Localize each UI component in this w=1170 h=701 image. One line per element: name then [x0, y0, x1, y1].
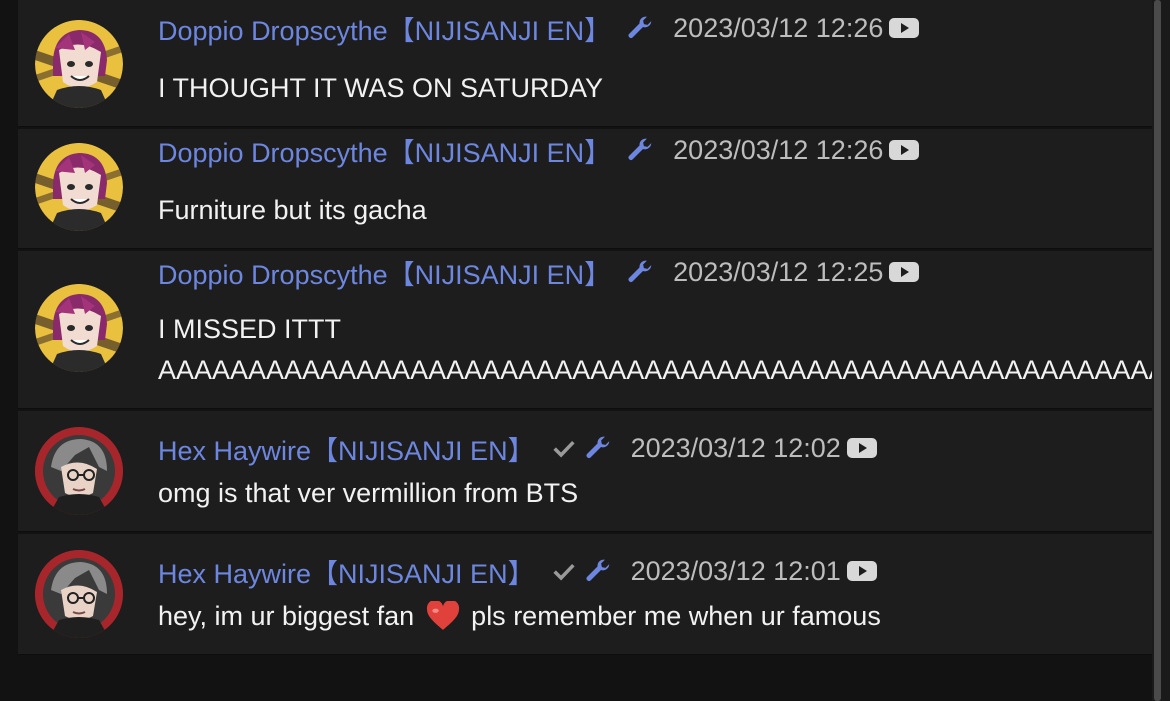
message-text: hey, im ur biggest fan pls remember me w… — [158, 596, 881, 637]
message-text: I MISSED ITTT — [158, 314, 342, 344]
chat-message: Hex Haywire【NIJISANJI EN】 2023/03/12 12:… — [18, 534, 1152, 654]
wrench-icon — [623, 11, 657, 45]
chat-message: Doppio Dropscythe【NIJISANJI EN】 2023/03/… — [18, 0, 1152, 126]
chat-feed: Doppio Dropscythe【NIJISANJI EN】 2023/03/… — [0, 0, 1152, 701]
wrench-icon — [623, 133, 657, 167]
author-name[interactable]: Doppio Dropscythe【NIJISANJI EN】 — [158, 131, 611, 170]
wrench-icon — [623, 255, 657, 289]
avatar-image — [35, 427, 123, 515]
wrench-icon — [581, 554, 615, 588]
message-header: Hex Haywire【NIJISANJI EN】 2023/03/12 12:… — [158, 430, 877, 466]
avatar-image — [35, 20, 123, 108]
avatar[interactable] — [35, 20, 123, 108]
avatar-image — [35, 143, 123, 231]
avatar-image — [35, 284, 123, 372]
avatar[interactable] — [35, 550, 123, 638]
chat-message: Doppio Dropscythe【NIJISANJI EN】 2023/03/… — [18, 251, 1152, 408]
message-text: I THOUGHT IT WAS ON SATURDAY — [158, 73, 604, 103]
timestamp: 2023/03/12 12:26 — [673, 134, 884, 165]
youtube-icon[interactable] — [846, 560, 877, 582]
author-name[interactable]: Doppio Dropscythe【NIJISANJI EN】 — [158, 253, 611, 292]
timestamp: 2023/03/12 12:02 — [630, 432, 841, 463]
check-icon — [549, 556, 579, 586]
message-header: Doppio Dropscythe【NIJISANJI EN】 2023/03/… — [158, 9, 920, 48]
timestamp: 2023/03/12 12:26 — [673, 12, 884, 43]
message-text-end: pls remember me when ur famous — [471, 601, 881, 631]
message-text-start: hey, im ur biggest fan — [158, 601, 415, 631]
message-text: Furniture but its gacha — [158, 195, 427, 225]
avatar[interactable] — [35, 284, 123, 372]
youtube-icon[interactable] — [889, 261, 920, 283]
chat-message: Hex Haywire【NIJISANJI EN】 2023/03/12 12:… — [18, 411, 1152, 531]
avatar[interactable] — [35, 143, 123, 231]
youtube-icon[interactable] — [846, 437, 877, 459]
wrench-icon — [581, 431, 615, 465]
scrollbar-thumb[interactable] — [1154, 0, 1161, 701]
message-header: Doppio Dropscythe【NIJISANJI EN】 2023/03/… — [158, 131, 920, 170]
message-header: Doppio Dropscythe【NIJISANJI EN】 2023/03/… — [158, 253, 920, 292]
red-heart-icon — [426, 599, 460, 631]
author-name[interactable]: Hex Haywire【NIJISANJI EN】 — [158, 552, 535, 591]
author-name[interactable]: Doppio Dropscythe【NIJISANJI EN】 — [158, 9, 611, 48]
message-text-line-2: AAAAAAAAAAAAAAAAAAAAAAAAAAAAAAAAAAAAAAAA… — [158, 355, 1152, 385]
timestamp: 2023/03/12 12:01 — [630, 555, 841, 586]
message-text: omg is that ver vermillion from BTS — [158, 478, 579, 508]
check-icon — [549, 433, 579, 463]
avatar[interactable] — [35, 427, 123, 515]
youtube-icon[interactable] — [889, 17, 920, 39]
youtube-icon[interactable] — [889, 139, 920, 161]
author-name[interactable]: Hex Haywire【NIJISANJI EN】 — [158, 429, 535, 468]
chat-message: Doppio Dropscythe【NIJISANJI EN】 2023/03/… — [18, 129, 1152, 248]
avatar-image — [35, 550, 123, 638]
message-header: Hex Haywire【NIJISANJI EN】 2023/03/12 12:… — [158, 553, 877, 589]
timestamp: 2023/03/12 12:25 — [673, 256, 884, 287]
